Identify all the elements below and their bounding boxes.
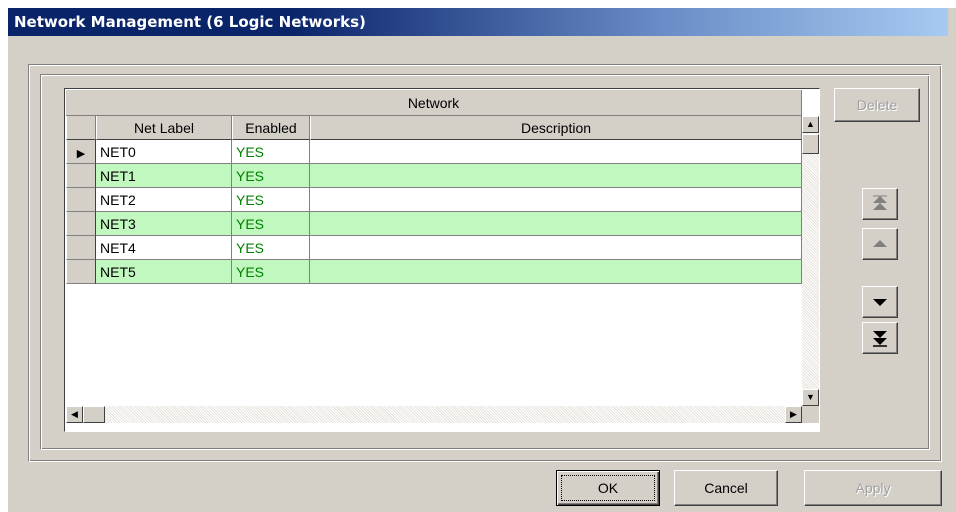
horizontal-scroll-thumb[interactable] bbox=[83, 406, 105, 423]
row-selector[interactable] bbox=[66, 164, 96, 188]
screen-margin-top bbox=[0, 0, 956, 8]
cell-enabled[interactable]: YES bbox=[232, 212, 310, 236]
row-selector[interactable] bbox=[66, 188, 96, 212]
horizontal-scrollbar[interactable]: ◀ ▶ bbox=[66, 406, 802, 423]
network-management-dialog: Network Management (6 Logic Networks) Ne… bbox=[0, 0, 956, 512]
row-selector[interactable]: ▶ bbox=[66, 140, 96, 164]
double-up-arrow-icon bbox=[873, 195, 887, 210]
column-header-enabled[interactable]: Enabled bbox=[232, 116, 310, 140]
cell-enabled[interactable]: YES bbox=[232, 236, 310, 260]
table-row[interactable]: NET2 YES bbox=[66, 188, 802, 212]
row-selector[interactable] bbox=[66, 260, 96, 284]
title-bar: Network Management (6 Logic Networks) bbox=[8, 8, 948, 36]
cell-net-label[interactable]: NET2 bbox=[96, 188, 232, 212]
cell-description[interactable] bbox=[310, 236, 802, 260]
cancel-button[interactable]: Cancel bbox=[674, 470, 778, 506]
move-down-button[interactable] bbox=[862, 286, 898, 318]
apply-button[interactable]: Apply bbox=[804, 470, 942, 506]
row-selector[interactable] bbox=[66, 236, 96, 260]
table-row[interactable]: NET1 YES bbox=[66, 164, 802, 188]
cell-enabled[interactable]: YES bbox=[232, 140, 310, 164]
vertical-scroll-thumb[interactable] bbox=[802, 134, 819, 154]
table-row[interactable]: NET5 YES bbox=[66, 260, 802, 284]
move-bottom-button[interactable] bbox=[862, 322, 898, 354]
cell-description[interactable] bbox=[310, 164, 802, 188]
scrollbar-corner bbox=[802, 406, 819, 423]
double-down-arrow-icon bbox=[873, 331, 887, 347]
cell-description[interactable] bbox=[310, 140, 802, 164]
scroll-right-icon[interactable]: ▶ bbox=[785, 406, 802, 423]
column-header-net-label[interactable]: Net Label bbox=[96, 116, 232, 140]
cell-net-label[interactable]: NET1 bbox=[96, 164, 232, 188]
up-arrow-icon bbox=[873, 240, 887, 247]
cell-enabled[interactable]: YES bbox=[232, 260, 310, 284]
ok-button[interactable]: OK bbox=[556, 470, 660, 506]
table-row[interactable]: NET3 YES bbox=[66, 212, 802, 236]
cell-net-label[interactable]: NET4 bbox=[96, 236, 232, 260]
cell-enabled[interactable]: YES bbox=[232, 188, 310, 212]
cell-net-label[interactable]: NET0 bbox=[96, 140, 232, 164]
grid-group-header: Network bbox=[66, 90, 802, 116]
cell-description[interactable] bbox=[310, 188, 802, 212]
cell-description[interactable] bbox=[310, 212, 802, 236]
cell-description[interactable] bbox=[310, 260, 802, 284]
focus-rectangle bbox=[561, 475, 655, 501]
delete-button[interactable]: Delete bbox=[834, 88, 920, 122]
current-row-icon: ▶ bbox=[76, 148, 86, 160]
network-grid[interactable]: Network Net Label Enabled Description ▶ N… bbox=[64, 88, 820, 432]
screen-margin-left bbox=[0, 0, 8, 512]
grid-column-headers: Net Label Enabled Description bbox=[66, 116, 802, 140]
cell-net-label[interactable]: NET5 bbox=[96, 260, 232, 284]
table-row[interactable]: NET4 YES bbox=[66, 236, 802, 260]
vertical-scrollbar[interactable]: ▲ ▼ bbox=[802, 116, 819, 406]
table-row[interactable]: ▶ NET0 YES bbox=[66, 140, 802, 164]
down-arrow-icon bbox=[873, 299, 887, 306]
scroll-down-icon[interactable]: ▼ bbox=[802, 389, 819, 406]
row-selector-header bbox=[66, 116, 96, 140]
row-selector[interactable] bbox=[66, 212, 96, 236]
scroll-left-icon[interactable]: ◀ bbox=[66, 406, 83, 423]
scroll-up-icon[interactable]: ▲ bbox=[802, 116, 819, 133]
move-up-button[interactable] bbox=[862, 228, 898, 260]
cell-net-label[interactable]: NET3 bbox=[96, 212, 232, 236]
column-header-description[interactable]: Description bbox=[310, 116, 802, 140]
cell-enabled[interactable]: YES bbox=[232, 164, 310, 188]
move-top-button[interactable] bbox=[862, 188, 898, 220]
